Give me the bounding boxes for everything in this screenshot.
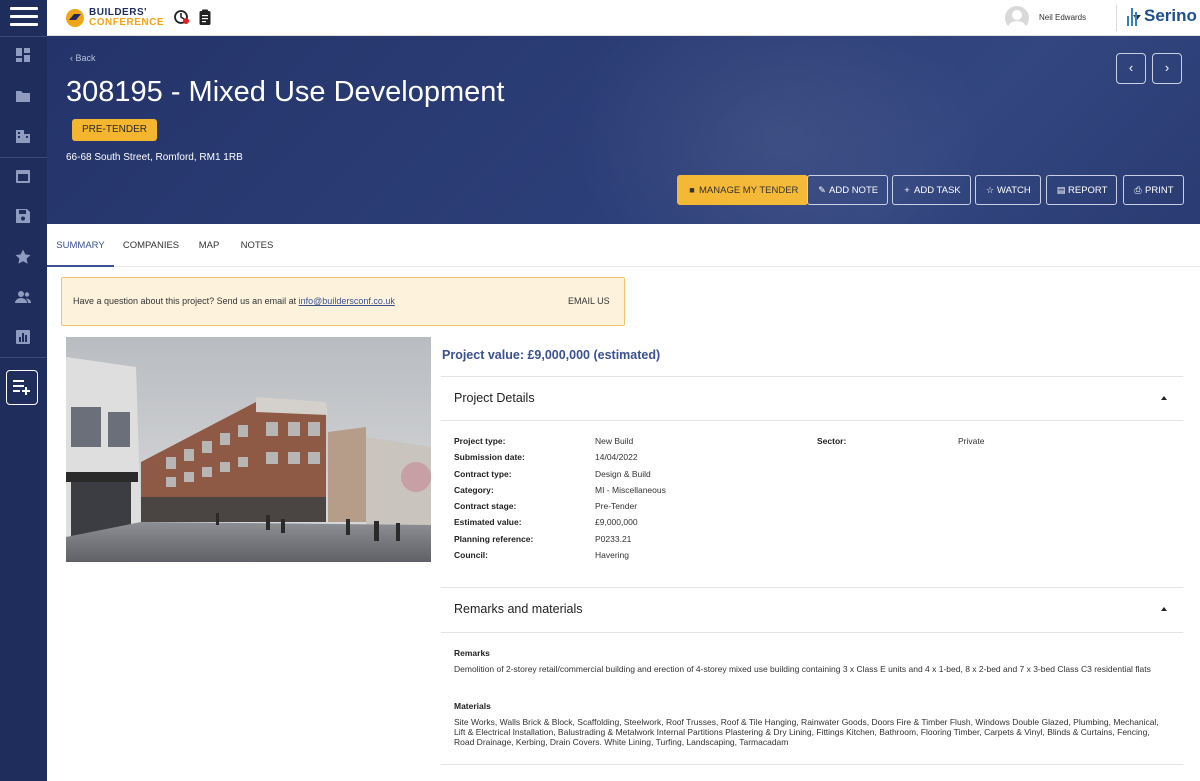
detail-label: Submission date:: [454, 452, 525, 463]
materials-label: Materials: [454, 701, 491, 711]
page-title: 308195 - Mixed Use Development: [66, 76, 505, 108]
section-divider: [441, 420, 1183, 421]
serino-bars-icon: [1127, 8, 1141, 26]
detail-value: P0233.21: [595, 533, 632, 544]
details-list-left: Project type: Submission date: Contract ty…: [454, 433, 533, 563]
playlist-add-icon[interactable]: [6, 370, 38, 405]
detail-value: Private: [958, 436, 985, 446]
detail-label: Sector:: [817, 436, 847, 446]
folder-icon: ■: [689, 185, 695, 195]
building-icon[interactable]: [14, 127, 32, 145]
menu-icon[interactable]: [10, 7, 38, 29]
details-values-right: Private: [958, 433, 984, 449]
watch-button[interactable]: ☆ WATCH: [975, 175, 1041, 205]
materials-text: Site Works, Walls Brick & Block, Scaffol…: [454, 717, 1159, 747]
serino-wordmark: Serino: [1144, 6, 1197, 25]
detail-label: Council:: [454, 550, 488, 561]
left-rail: [0, 0, 47, 781]
detail-value: Havering: [595, 550, 630, 561]
section-divider: [441, 376, 1183, 377]
detail-label: Category:: [454, 484, 494, 495]
star-icon[interactable]: [14, 248, 32, 266]
notice-text: Have a question about this project? Send…: [73, 296, 395, 306]
next-project-button[interactable]: ›: [1152, 53, 1182, 84]
plus-icon: +: [904, 185, 910, 195]
details-values-left: New Build 14/04/2022 Design & Build MI - Mi…: [595, 433, 666, 563]
detail-value: Design & Build: [595, 468, 651, 479]
tab-notes[interactable]: NOTES: [239, 224, 275, 267]
report-button[interactable]: ▤ REPORT: [1046, 175, 1118, 205]
people-icon[interactable]: [14, 288, 32, 306]
rail-divider: [0, 157, 47, 158]
section-divider: [441, 587, 1183, 588]
detail-label: Contract type:: [454, 468, 512, 479]
remarks-materials-heading[interactable]: Remarks and materials: [454, 602, 583, 616]
clipboard-icon[interactable]: [196, 8, 214, 26]
collapse-caret-icon[interactable]: [1161, 607, 1167, 611]
project-details-heading[interactable]: Project Details: [454, 391, 535, 405]
status-badge: PRE-TENDER: [72, 119, 158, 141]
project-address: 66-68 South Street, Romford, RM1 1RB: [66, 152, 243, 163]
report-icon: ▤: [1056, 185, 1066, 195]
email-link[interactable]: info@buildersconf.co.uk: [299, 296, 395, 306]
top-bar: BUILDERS' CONFERENCE Neil Edwards Serino: [47, 0, 1200, 36]
rail-divider: [0, 357, 47, 358]
detail-value: 14/04/2022: [595, 452, 638, 463]
tab-summary[interactable]: SUMMARY: [47, 224, 114, 267]
project-header: ‹ Back 308195 - Mixed Use Development PR…: [47, 36, 1200, 224]
project-value: Project value: £9,000,000 (estimated): [442, 348, 661, 362]
remarks-text: Demolition of 2-storey retail/commercial…: [454, 664, 1151, 674]
detail-label: Estimated value:: [454, 517, 522, 528]
remarks-label: Remarks: [454, 648, 490, 658]
manage-my-tender-button[interactable]: ■ MANAGE MY TENDER: [677, 175, 809, 205]
tab-companies[interactable]: COMPANIES: [121, 224, 181, 267]
detail-label: Project type:: [454, 436, 506, 446]
add-note-button[interactable]: ✎ ADD NOTE: [807, 175, 889, 205]
contact-notice: Have a question about this project? Send…: [61, 277, 625, 326]
save-icon[interactable]: [14, 207, 32, 225]
topbar-divider: [1116, 5, 1117, 31]
previous-project-button[interactable]: ‹: [1116, 53, 1146, 84]
rail-divider: [0, 36, 47, 37]
section-divider: [441, 632, 1183, 633]
print-button[interactable]: ⎙ PRINT: [1123, 175, 1184, 205]
builders-conference-logo[interactable]: BUILDERS' CONFERENCE: [65, 6, 165, 30]
collapse-caret-icon[interactable]: [1161, 396, 1167, 400]
avatar: [1005, 6, 1029, 30]
back-link[interactable]: ‹ Back: [70, 53, 96, 63]
detail-label: Contract stage:: [454, 501, 517, 512]
detail-value: Pre-Tender: [595, 501, 638, 512]
detail-value: £9,000,000: [595, 517, 638, 528]
user-name: Neil Edwards: [1039, 13, 1087, 22]
add-task-button[interactable]: + ADD TASK: [892, 175, 971, 205]
dashboard-icon[interactable]: [14, 46, 32, 64]
detail-value: MI - Miscellaneous: [595, 484, 666, 495]
pencil-icon: ✎: [818, 185, 826, 195]
print-icon: ⎙: [1134, 185, 1142, 195]
detail-value: New Build: [595, 436, 634, 446]
calendar-icon[interactable]: [14, 167, 32, 185]
logo-line2: CONFERENCE: [89, 17, 165, 28]
report-icon[interactable]: [14, 328, 32, 346]
history-alert-icon[interactable]: [172, 8, 190, 26]
section-divider: [441, 764, 1183, 765]
project-image: [66, 337, 431, 562]
folder-icon[interactable]: [14, 87, 32, 105]
detail-label: Planning reference:: [454, 533, 534, 544]
logo-mark-icon: [66, 9, 84, 27]
star-outline-icon: ☆: [985, 185, 995, 195]
email-us-button[interactable]: EMAIL US: [568, 296, 610, 306]
details-list-right: Sector:: [817, 433, 846, 449]
project-tabs: SUMMARY COMPANIES MAP NOTES: [47, 224, 1200, 267]
tab-map[interactable]: MAP: [193, 224, 225, 267]
